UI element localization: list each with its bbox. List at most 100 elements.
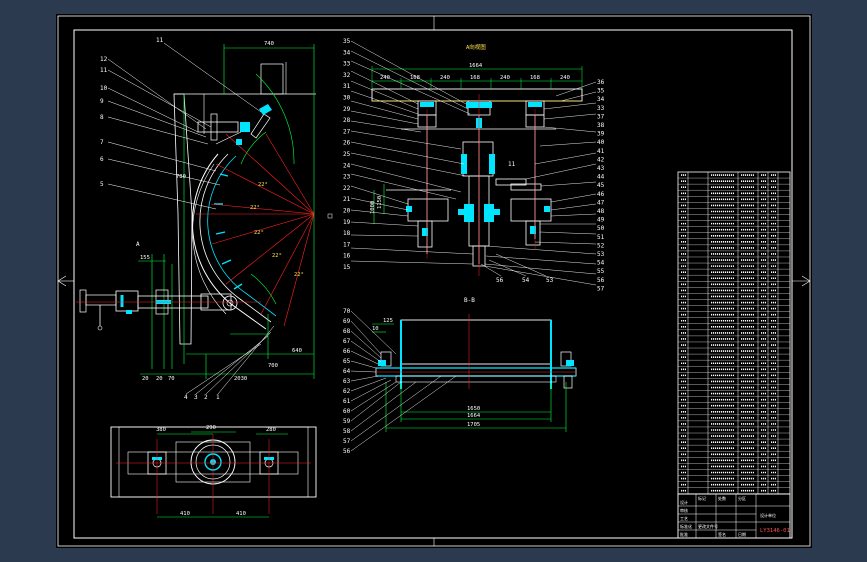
top-clamp xyxy=(197,104,333,219)
parts-list-rows xyxy=(678,174,790,494)
section-b-label: 56 xyxy=(343,448,351,455)
dim-segment: 240 xyxy=(440,75,450,81)
section-a-left-label: 23 xyxy=(343,174,351,181)
angle-label: 22° xyxy=(258,182,268,188)
section-a-right-label: 46 xyxy=(597,191,605,198)
section-a-right-label: 33 xyxy=(597,105,605,112)
section-a-left-labels: 35 34 33 32 31 30 29 28 27 26 25 24 23 22 21 20 19 18 17 16… xyxy=(343,38,351,271)
arc-bottom-label: 3 xyxy=(194,394,198,401)
section-a-left-label: 27 xyxy=(343,128,351,135)
arc-bottom-label: 2 xyxy=(204,394,208,401)
section-a-right-label: 42 xyxy=(597,156,605,163)
arc-bottom-label: 4 xyxy=(184,394,188,401)
section-a-left-label: 35 xyxy=(343,38,351,45)
section-a-bottom-label: 53 xyxy=(546,277,554,284)
angle-label: 22° xyxy=(272,253,282,259)
angle-label: 22° xyxy=(294,272,304,278)
section-b-label: 63 xyxy=(343,378,351,385)
title-block-cell: 分区 xyxy=(738,495,746,501)
section-a-right-label: 38 xyxy=(597,122,605,129)
section-a-right-label: 48 xyxy=(597,208,605,215)
title-block-row: 批准 xyxy=(680,531,688,537)
title-block-row: 审核 xyxy=(680,507,688,513)
dim-plan-bottom-left: 410 xyxy=(180,511,190,517)
section-a-left-label: 15 xyxy=(343,264,351,271)
section-b-label: 62 xyxy=(343,388,351,395)
title-block-company: 设计单位 xyxy=(760,512,776,518)
title-block-row: 工艺 xyxy=(680,516,688,521)
section-a-right-label: 47 xyxy=(597,199,605,206)
title-block-row: 设计 xyxy=(680,499,688,505)
section-a-right-label: 34 xyxy=(597,96,605,103)
section-a-view: A向视图 1664 240 168 240 168 240 168 240 10… xyxy=(343,38,605,292)
section-a-right-label: 41 xyxy=(597,148,605,155)
arc-label: 8 xyxy=(100,114,104,121)
section-b-label: 64 xyxy=(343,368,351,375)
dim-inner: 1650 xyxy=(467,406,480,412)
section-a-right-label: 54 xyxy=(597,260,605,267)
angle-label: 22° xyxy=(250,205,260,211)
section-a-left-label: 33 xyxy=(343,61,351,68)
section-b-labels: 70 69 68 67 66 65 64 63 62 61 60 59 58 57 56 xyxy=(343,308,351,455)
section-a-bottom-label: 54 xyxy=(522,277,530,284)
section-a-left-label: 30 xyxy=(343,95,351,102)
section-a-right-labels: 36 3534 3337 38 3940 4142 43 4445 4647 48 4950 5152… xyxy=(597,79,605,292)
section-a-right-label: 39 xyxy=(597,131,605,138)
dim-bottom-small: 20 xyxy=(156,376,163,382)
title-block-cell: 签名 xyxy=(718,531,726,537)
section-a-right-label: 50 xyxy=(597,225,605,232)
arc-label: 10 xyxy=(100,85,108,92)
section-a-right-label: 57 xyxy=(597,285,605,292)
dim-side-height: 780 xyxy=(176,174,186,180)
dim-bottom-total: 2030 xyxy=(234,376,247,382)
section-a-left-label: 31 xyxy=(343,83,351,90)
section-a-left-label: 20 xyxy=(343,208,351,215)
dim-bottom-small: 20 xyxy=(142,376,149,382)
section-a-left-label: 17 xyxy=(343,241,351,248)
section-mark: A xyxy=(136,241,140,248)
title-block-cell: 标记 xyxy=(698,495,706,501)
arc-label: 12 xyxy=(100,56,108,63)
section-b-label: 58 xyxy=(343,428,351,435)
dim-left-a: 125 xyxy=(383,318,393,324)
section-a-right-label: 45 xyxy=(597,182,605,189)
dim-section-a-top: 1664 xyxy=(469,63,483,69)
dim-segment: 240 xyxy=(500,75,510,81)
section-a-right-label: 36 xyxy=(597,79,605,86)
title-block: 设计单位 设计 审核 工艺 标准化 批准 标记 处数 分区 更改文件号 签名 日… xyxy=(677,493,791,539)
section-a-left-label: 16 xyxy=(343,253,351,260)
plan-view: 380 290 280 410 410 xyxy=(110,425,317,518)
arc-label: 7 xyxy=(100,139,104,146)
section-a-left-label: 21 xyxy=(343,196,351,203)
title-block-cell: 日期 xyxy=(738,531,746,537)
angle-label: 22° xyxy=(254,230,264,236)
section-a-center-label: 11 xyxy=(508,161,516,168)
dim-segment: 240 xyxy=(560,75,570,81)
dim-left-offset: 155 xyxy=(140,255,150,261)
dim-plan-bottom-right: 410 xyxy=(236,511,246,517)
section-a-right-label: 53 xyxy=(597,251,605,258)
section-b-label: 61 xyxy=(343,398,351,405)
section-a-left-label: 18 xyxy=(343,230,351,237)
section-a-left-label: 28 xyxy=(343,117,351,124)
title-block-cell: 更改文件号 xyxy=(698,523,718,529)
parts-list xyxy=(677,171,791,495)
section-b-label: 66 xyxy=(343,348,351,355)
section-a-right-label: 49 xyxy=(597,217,605,224)
section-b-label: 59 xyxy=(343,418,351,425)
dim-left-b: 10 xyxy=(372,326,379,332)
dim-bottom-small: 70 xyxy=(168,376,175,382)
arc-bottom-label: 1 xyxy=(216,394,220,401)
dim-plan-left: 380 xyxy=(156,427,166,433)
section-a-right-label: 55 xyxy=(597,268,605,275)
section-a-left-label: 22 xyxy=(343,185,351,192)
section-b-view: B-B 1650 1664 1705 125 10 70696867666564… xyxy=(343,297,577,455)
section-b-label: 69 xyxy=(343,318,351,325)
dim-right-height: 700 xyxy=(268,363,278,369)
section-b-label: 68 xyxy=(343,328,351,335)
section-b-label: 67 xyxy=(343,338,351,345)
dim-top-width: 740 xyxy=(264,41,274,47)
section-a-right-label: 37 xyxy=(597,113,605,120)
section-a-bottom-label: 56 xyxy=(496,277,504,284)
dim-side-b: 1150 xyxy=(377,196,383,209)
